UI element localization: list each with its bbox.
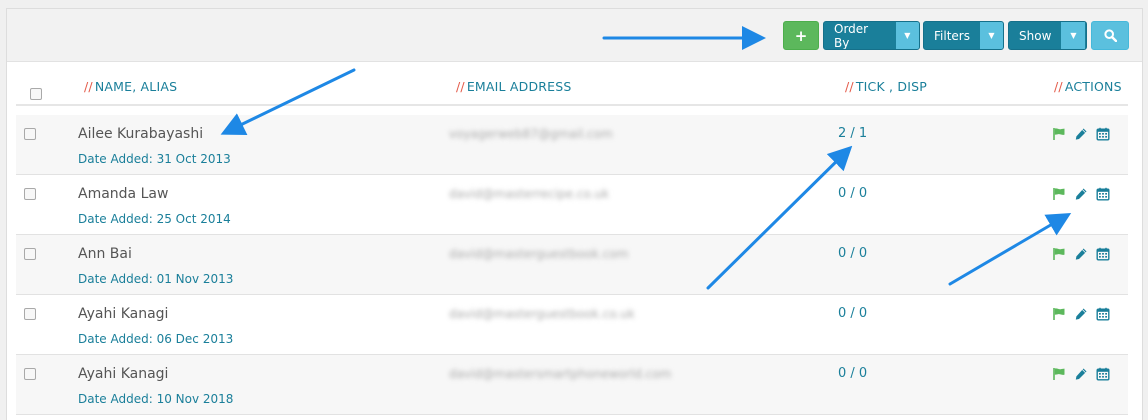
date-added: Date Added: 25 Oct 2014 xyxy=(78,212,231,226)
table-row: Ann Bai Date Added: 01 Nov 2013 david@ma… xyxy=(16,235,1128,295)
calendar-icon[interactable] xyxy=(1096,247,1110,261)
row-checkbox[interactable] xyxy=(24,188,36,200)
row-checkbox[interactable] xyxy=(24,368,36,380)
flag-icon[interactable] xyxy=(1052,247,1066,261)
row-checkbox[interactable] xyxy=(24,248,36,260)
calendar-icon[interactable] xyxy=(1096,307,1110,321)
date-added: Date Added: 06 Dec 2013 xyxy=(78,332,234,346)
date-added: Date Added: 10 Nov 2018 xyxy=(78,392,234,406)
table-row: Amanda Law Date Added: 25 Oct 2014 david… xyxy=(16,175,1128,235)
tick-disp-count[interactable]: 0 / 0 xyxy=(838,306,867,321)
column-header-email[interactable]: //EMAIL ADDRESS xyxy=(456,79,572,94)
order-by-dropdown[interactable]: Order By ▼ xyxy=(823,21,920,50)
filters-dropdown[interactable]: Filters ▼ xyxy=(923,21,1004,50)
contact-email: david@masterguestbook.com xyxy=(449,247,629,261)
header-divider xyxy=(16,104,1128,106)
table-row: Ayahi Kanagi Date Added: 10 Nov 2018 dav… xyxy=(16,355,1128,415)
column-header-tick[interactable]: //TICK , DISP xyxy=(845,79,927,94)
flag-icon[interactable] xyxy=(1052,307,1066,321)
calendar-icon[interactable] xyxy=(1096,367,1110,381)
contact-name[interactable]: Ayahi Kanagi xyxy=(78,366,168,382)
row-checkbox[interactable] xyxy=(24,308,36,320)
row-actions xyxy=(1052,127,1110,141)
select-all-checkbox[interactable] xyxy=(30,88,42,100)
filters-label: Filters xyxy=(934,28,970,43)
calendar-icon[interactable] xyxy=(1096,187,1110,201)
row-checkbox[interactable] xyxy=(24,128,36,140)
flag-icon[interactable] xyxy=(1052,367,1066,381)
pencil-icon[interactable] xyxy=(1074,367,1088,381)
chevron-down-icon[interactable]: ▼ xyxy=(895,22,919,49)
plus-icon: + xyxy=(794,26,808,45)
contact-name[interactable]: Ailee Kurabayashi xyxy=(78,126,203,142)
contact-name[interactable]: Ann Bai xyxy=(78,246,132,262)
chevron-down-icon[interactable]: ▼ xyxy=(1061,22,1086,49)
tick-disp-count[interactable]: 2 / 1 xyxy=(838,126,867,141)
toolbar: + Order By ▼ Filters ▼ Show ▼ xyxy=(7,9,1142,62)
row-actions xyxy=(1052,187,1110,201)
chevron-down-icon[interactable]: ▼ xyxy=(979,22,1003,49)
pencil-icon[interactable] xyxy=(1074,187,1088,201)
show-dropdown[interactable]: Show ▼ xyxy=(1008,21,1087,50)
pencil-icon[interactable] xyxy=(1074,307,1088,321)
contact-email: david@masterguestbook.co.uk xyxy=(449,307,635,321)
contact-email: david@mastersmartphoneworld.com xyxy=(449,367,672,381)
date-added: Date Added: 31 Oct 2013 xyxy=(78,152,231,166)
contact-email: david@masterrecipe.co.uk xyxy=(449,187,610,201)
table-row: Ayahi Kanagi Date Added: 06 Dec 2013 dav… xyxy=(16,295,1128,355)
tick-disp-count[interactable]: 0 / 0 xyxy=(838,366,867,381)
row-actions xyxy=(1052,307,1110,321)
contact-email: voyagerweb87@gmail.com xyxy=(449,127,613,141)
flag-icon[interactable] xyxy=(1052,127,1066,141)
tick-disp-count[interactable]: 0 / 0 xyxy=(838,186,867,201)
pencil-icon[interactable] xyxy=(1074,247,1088,261)
date-added: Date Added: 01 Nov 2013 xyxy=(78,272,234,286)
tick-disp-count[interactable]: 0 / 0 xyxy=(838,246,867,261)
contact-name[interactable]: Amanda Law xyxy=(78,186,168,202)
show-label: Show xyxy=(1019,28,1052,43)
row-actions xyxy=(1052,247,1110,261)
search-button[interactable] xyxy=(1091,21,1129,50)
row-actions xyxy=(1052,367,1110,381)
column-header-name[interactable]: //NAME, ALIAS xyxy=(84,79,177,94)
search-icon xyxy=(1103,29,1117,42)
table-row: Ailee Kurabayashi Date Added: 31 Oct 201… xyxy=(16,115,1128,175)
column-header-actions: //ACTIONS xyxy=(1054,79,1122,94)
add-button[interactable]: + xyxy=(783,21,819,50)
pencil-icon[interactable] xyxy=(1074,127,1088,141)
order-by-label: Order By xyxy=(834,21,869,50)
contact-name[interactable]: Ayahi Kanagi xyxy=(78,306,168,322)
calendar-icon[interactable] xyxy=(1096,127,1110,141)
flag-icon[interactable] xyxy=(1052,187,1066,201)
